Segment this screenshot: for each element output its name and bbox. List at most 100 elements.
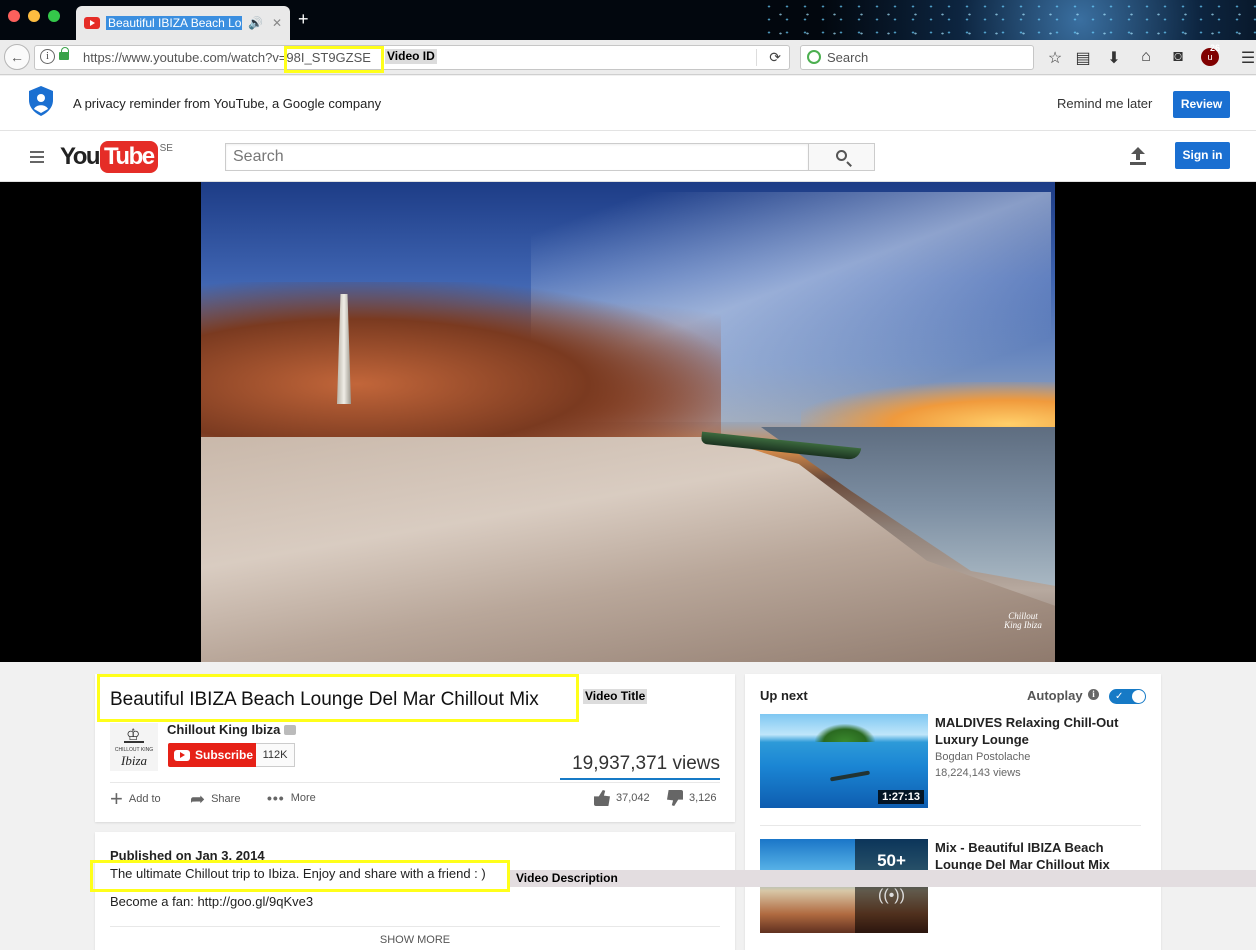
add-to-label: Add to xyxy=(128,793,161,805)
divider xyxy=(760,825,1141,826)
subscribe-label: Subscribe xyxy=(195,748,254,762)
toggle-knob xyxy=(1132,690,1145,703)
divider xyxy=(110,926,720,927)
window-close-button[interactable] xyxy=(8,10,20,22)
youtube-logo[interactable]: You Tube SE xyxy=(60,141,173,173)
privacy-message: A privacy reminder from YouTube, a Googl… xyxy=(73,96,382,111)
back-button[interactable]: ← xyxy=(4,44,30,70)
subscribe-button[interactable]: Subscribe xyxy=(168,743,256,767)
youtube-search-input[interactable]: Search xyxy=(225,143,809,171)
search-icon xyxy=(836,150,847,161)
dislike-button[interactable]: 3,126 xyxy=(667,790,717,806)
youtube-favicon-icon xyxy=(84,17,100,29)
bookmark-star-icon[interactable]: ☆ xyxy=(1045,48,1065,68)
site-info-icon[interactable]: i xyxy=(40,49,55,64)
new-tab-button[interactable]: + xyxy=(298,10,309,28)
shield-icon xyxy=(29,86,53,116)
youtube-search-button[interactable] xyxy=(808,143,875,171)
window-zoom-button[interactable] xyxy=(48,10,60,22)
back-arrow-icon: ← xyxy=(10,49,24,65)
share-label: Share xyxy=(211,793,241,805)
menu-icon[interactable]: ☰ xyxy=(1238,48,1256,68)
youtube-header: You Tube SE Search xyxy=(0,131,1256,182)
up-next-heading: Up next xyxy=(760,688,808,703)
addon-badge: 26 xyxy=(1210,43,1221,53)
description-card: Published on Jan 3, 2014 The ultimate Ch… xyxy=(95,832,735,950)
more-label: More xyxy=(290,792,316,804)
sentiment-bar xyxy=(560,778,720,780)
pocket-icon[interactable]: ◙ xyxy=(1168,48,1188,66)
youtube-play-icon xyxy=(174,749,190,761)
browser-search-placeholder: Search xyxy=(827,50,869,65)
video-duration: 1:27:13 xyxy=(878,790,924,804)
description-annotation-strip xyxy=(510,870,1256,887)
reading-list-icon[interactable]: ▤ xyxy=(1073,48,1093,68)
more-dots-icon: ••• xyxy=(267,790,285,806)
speaker-icon[interactable]: 🔊 xyxy=(248,16,263,30)
privacy-reminder-bar: A privacy reminder from YouTube, a Googl… xyxy=(0,76,1256,131)
more-button[interactable]: ••• More xyxy=(267,790,316,806)
sign-in-button[interactable]: Sign in xyxy=(1175,142,1230,169)
window-minimize-button[interactable] xyxy=(28,10,40,22)
browser-tab-active[interactable]: Beautiful IBIZA Beach Lounge 🔊 ✕ xyxy=(76,6,290,40)
browser-tab-bar: Beautiful IBIZA Beach Lounge 🔊 ✕ + xyxy=(0,0,1256,40)
lock-icon xyxy=(59,47,69,60)
downloads-icon[interactable]: ⬇ xyxy=(1104,48,1124,68)
thumbs-down-icon xyxy=(667,790,683,806)
related-video-title[interactable]: MALDIVES Relaxing Chill-Out Luxury Loung… xyxy=(935,714,1135,748)
country-code: SE xyxy=(159,143,173,154)
related-video-channel: Bogdan Postolache xyxy=(935,751,1031,763)
video-player[interactable]: Chillout King Ibiza xyxy=(0,182,1256,662)
guide-menu-icon[interactable] xyxy=(30,151,44,166)
video-description: The ultimate Chillout trip to Ibiza. Enj… xyxy=(110,866,486,881)
subscriber-count: 112K xyxy=(256,743,295,767)
share-icon: ➦ xyxy=(190,789,206,809)
channel-name: Chillout King Ibiza xyxy=(167,722,281,737)
info-icon[interactable]: i xyxy=(1088,689,1099,700)
mix-playlist-title[interactable]: Mix - Beautiful IBIZA Beach Lounge Del M… xyxy=(935,839,1135,873)
browser-search-input[interactable]: Search xyxy=(800,45,1034,70)
video-frame[interactable]: Chillout King Ibiza xyxy=(201,182,1055,662)
browser-nav-bar: ← i https://www.youtube.com/watch?v=98I_… xyxy=(0,40,1256,75)
logo-tube-text: Tube xyxy=(100,141,158,173)
video-description-annotation: Video Description xyxy=(516,871,618,885)
theme-background xyxy=(760,0,1256,40)
video-title: Beautiful IBIZA Beach Lounge Del Mar Chi… xyxy=(110,689,539,710)
plus-icon: + xyxy=(110,786,123,811)
review-button[interactable]: Review xyxy=(1173,91,1230,118)
publish-date: Published on Jan 3, 2014 xyxy=(110,848,265,863)
remind-me-later-link[interactable]: Remind me later xyxy=(1057,96,1152,111)
upload-icon[interactable] xyxy=(1130,147,1146,165)
url-text[interactable]: https://www.youtube.com/watch?v=98I_ST9G… xyxy=(83,50,371,65)
avatar-script-text: Ibiza xyxy=(121,753,147,768)
url-prefix: https://www.youtube.com/watch?v= xyxy=(83,50,287,65)
autoplay-toggle[interactable]: ✓ xyxy=(1109,689,1146,704)
reload-icon[interactable]: ⟳ xyxy=(769,49,781,66)
home-icon[interactable]: ⌂ xyxy=(1136,48,1156,66)
url-bar-divider xyxy=(756,49,757,66)
share-button[interactable]: ➦ Share xyxy=(190,790,240,808)
logo-you-text: You xyxy=(60,143,101,170)
tab-title: Beautiful IBIZA Beach Lounge xyxy=(106,16,242,30)
tab-close-icon[interactable]: ✕ xyxy=(272,16,282,30)
like-count: 37,042 xyxy=(616,792,650,804)
show-more-button[interactable]: SHOW MORE xyxy=(95,934,735,946)
video-watermark: Chillout King Ibiza xyxy=(1004,611,1042,630)
autoplay-label: Autoplay xyxy=(1027,688,1083,703)
add-to-button[interactable]: + Add to xyxy=(110,786,161,811)
crown-icon xyxy=(124,725,144,745)
like-button[interactable]: 37,042 xyxy=(594,790,650,806)
radio-icon: ((•)) xyxy=(878,887,905,904)
playlist-count: 50+ xyxy=(877,851,906,870)
related-video-views: 18,224,143 views xyxy=(935,767,1021,779)
divider xyxy=(110,782,720,783)
view-count: 19,937,371 views xyxy=(572,753,720,774)
fan-link-line[interactable]: Become a fan: http://goo.gl/9qKve3 xyxy=(110,894,313,909)
channel-name-link[interactable]: Chillout King Ibiza xyxy=(167,722,297,737)
related-video-thumbnail[interactable]: 1:27:13 xyxy=(760,714,928,808)
video-id-annotation: Video ID xyxy=(385,49,437,64)
up-next-sidebar: Up next Autoplay i ✓ 1:27:13 MALDIVES Re… xyxy=(745,674,1161,950)
search-engine-icon[interactable] xyxy=(807,50,821,64)
channel-avatar[interactable]: CHILLOUT KING Ibiza xyxy=(110,723,158,771)
dislike-count: 3,126 xyxy=(689,792,717,804)
